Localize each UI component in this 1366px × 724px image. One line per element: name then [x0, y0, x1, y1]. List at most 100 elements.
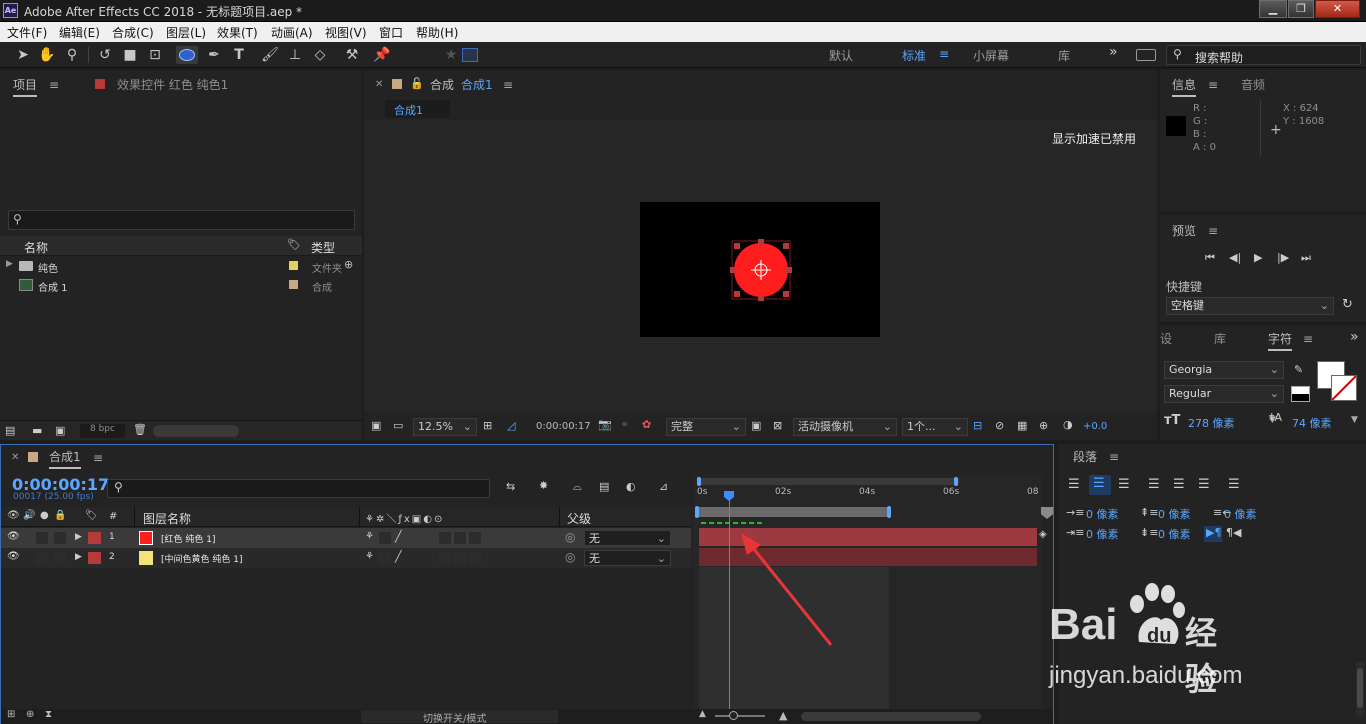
minimize-button[interactable]: ▁	[1259, 0, 1287, 18]
switch[interactable]	[454, 532, 466, 544]
tab-composition-name[interactable]: 合成1	[461, 76, 493, 93]
comp-viewer[interactable]: 显示加速已禁用	[364, 120, 1157, 412]
switch[interactable]	[439, 532, 451, 544]
parent-dropdown[interactable]: 无 ⌄	[584, 550, 671, 566]
eye-icon[interactable]: 👁	[7, 531, 20, 542]
comp-breadcrumb[interactable]: 合成1	[385, 100, 450, 118]
indent-right-value[interactable]: 0 像素	[1224, 506, 1257, 522]
switch[interactable]	[439, 552, 451, 564]
channel-icon[interactable]: ✿	[642, 418, 651, 431]
menu-file[interactable]: 文件(F)	[7, 24, 47, 41]
label-tag-icon[interactable]: 🏷	[85, 510, 98, 521]
interpret-footage-icon[interactable]: ▤	[5, 424, 15, 437]
font-size-value[interactable]: 278 像素	[1188, 415, 1235, 431]
space-after-value[interactable]: 0 像素	[1158, 526, 1191, 542]
align-left-icon[interactable]: ☰	[1068, 477, 1080, 492]
solo-switch[interactable]	[36, 552, 48, 564]
work-area-bar[interactable]	[697, 507, 889, 517]
black-white-swatch[interactable]	[1291, 386, 1310, 402]
column-name[interactable]: 名称	[24, 239, 48, 256]
next-frame-icon[interactable]: |▶	[1277, 251, 1289, 264]
play-icon[interactable]: ▶	[1254, 251, 1262, 264]
project-item[interactable]: ▶ 纯色 文件夹 ⊕	[0, 257, 362, 276]
label-color-swatch[interactable]	[289, 280, 298, 289]
first-frame-icon[interactable]: ⏮	[1205, 251, 1215, 265]
stroke-color-swatch[interactable]	[1331, 375, 1357, 401]
close-tab-icon[interactable]: ✕	[375, 79, 383, 90]
layer-label-color[interactable]	[88, 532, 101, 544]
shy-layers-icon[interactable]: ⌓	[573, 480, 582, 494]
preview-menu-icon[interactable]: ≡	[1208, 224, 1218, 238]
puppet-pin-tool-icon[interactable]: 📌	[373, 46, 391, 64]
menu-composition[interactable]: 合成(C)	[112, 24, 154, 41]
zoom-slider-thumb[interactable]	[729, 711, 738, 720]
last-frame-icon[interactable]: ⏭	[1301, 251, 1311, 265]
navigator-end-handle[interactable]	[954, 477, 958, 486]
graph-editor-icon[interactable]: ⊿	[659, 480, 668, 493]
workspace-library[interactable]: 库	[1058, 47, 1070, 64]
menu-edit[interactable]: 编辑(E)	[59, 24, 100, 41]
safe-zones-icon[interactable]: ⊞	[483, 419, 492, 432]
shy-switch-icon[interactable]: ⚘	[365, 531, 374, 542]
panel-overflow-icon[interactable]: »	[1350, 329, 1359, 345]
quality-switch-icon[interactable]: ╱	[395, 550, 402, 563]
timeline-scrollbar[interactable]	[801, 712, 981, 721]
tab-character[interactable]: 字符	[1268, 330, 1293, 351]
clone-stamp-tool-icon[interactable]: ⊥	[286, 46, 304, 64]
viewer-timecode[interactable]: 0:00:00:17	[536, 421, 591, 432]
font-family-dropdown[interactable]: Georgia ⌄	[1164, 361, 1284, 379]
paragraph-menu-icon[interactable]: ≡	[1109, 450, 1119, 464]
flowchart-icon[interactable]: ⊕	[344, 258, 353, 271]
work-area-end-handle[interactable]	[887, 506, 891, 518]
workspace-menu-icon[interactable]: ≡	[939, 47, 949, 61]
snapping-icon[interactable]	[462, 48, 478, 62]
type-tool-icon[interactable]: T	[230, 46, 248, 64]
tab-settings[interactable]: 设	[1160, 330, 1172, 347]
tab-project[interactable]: 项目	[13, 76, 38, 97]
label-color-swatch[interactable]	[289, 261, 298, 270]
in-out-icon[interactable]: ⧗	[45, 709, 52, 720]
justify-last-center-icon[interactable]: ☰	[1173, 477, 1185, 492]
monitor-icon[interactable]: ▭	[393, 419, 403, 432]
switch[interactable]	[469, 552, 481, 564]
lock-icon[interactable]: 🔓	[410, 77, 424, 90]
eye-icon[interactable]: 👁	[7, 551, 20, 562]
draft-3d-icon[interactable]: ✸	[539, 479, 548, 492]
menu-effect[interactable]: 效果(T)	[217, 24, 258, 41]
layer-name[interactable]: [中间色黄色 纯色 1]	[161, 552, 242, 565]
align-right-icon[interactable]: ☰	[1118, 477, 1130, 492]
column-type[interactable]: 类型	[311, 239, 335, 256]
rotate-tool-icon[interactable]: ↺	[96, 46, 114, 64]
zoom-slider[interactable]	[715, 715, 765, 717]
hand-tool-icon[interactable]: ✋	[38, 46, 56, 64]
parent-dropdown[interactable]: 无 ⌄	[584, 530, 671, 546]
bit-depth-button[interactable]: 8 bpc	[80, 424, 125, 438]
quality-switch-icon[interactable]: ╱	[395, 530, 402, 543]
timeline-icon[interactable]: ▦	[1017, 419, 1027, 432]
layer-switches-icon[interactable]: ⊞	[7, 709, 15, 720]
layer-label-color[interactable]	[88, 552, 101, 564]
lock-icon[interactable]: 🔒	[54, 510, 66, 521]
menu-view[interactable]: 视图(V)	[325, 24, 367, 41]
pick-whip-icon[interactable]: ◎	[565, 530, 575, 544]
camera-dropdown[interactable]: 活动摄像机 ⌄	[793, 418, 897, 436]
comp-mini-flowchart-icon[interactable]: ⇆	[506, 480, 515, 493]
navigator-start-handle[interactable]	[697, 477, 701, 486]
font-style-dropdown[interactable]: Regular ⌄	[1164, 385, 1284, 403]
zoom-in-icon[interactable]: ▲	[779, 709, 787, 722]
expand-arrow-icon[interactable]: ▶	[6, 259, 13, 269]
timeline-menu-icon[interactable]: ≡	[93, 451, 103, 465]
info-menu-icon[interactable]: ≡	[1208, 78, 1218, 92]
tab-composition[interactable]: 合成	[430, 76, 454, 93]
switch[interactable]	[379, 552, 391, 564]
workspace-standard[interactable]: 标准	[902, 47, 926, 64]
tab-info[interactable]: 信息	[1172, 76, 1197, 97]
scrollbar-thumb[interactable]	[1357, 668, 1363, 708]
column-layer-name[interactable]: 图层名称	[143, 510, 191, 527]
resolution-dropdown[interactable]: 完整 ⌄	[666, 418, 746, 436]
camera-tool-icon[interactable]: ■	[121, 46, 139, 64]
workspace-overflow-icon[interactable]: »	[1109, 44, 1118, 60]
timeline-search-input[interactable]: ⚲	[107, 479, 490, 498]
snapshot-icon[interactable]: 📷	[598, 418, 612, 431]
timeline-track-area[interactable]: 0s 02s 04s 06s 08	[693, 475, 1043, 724]
